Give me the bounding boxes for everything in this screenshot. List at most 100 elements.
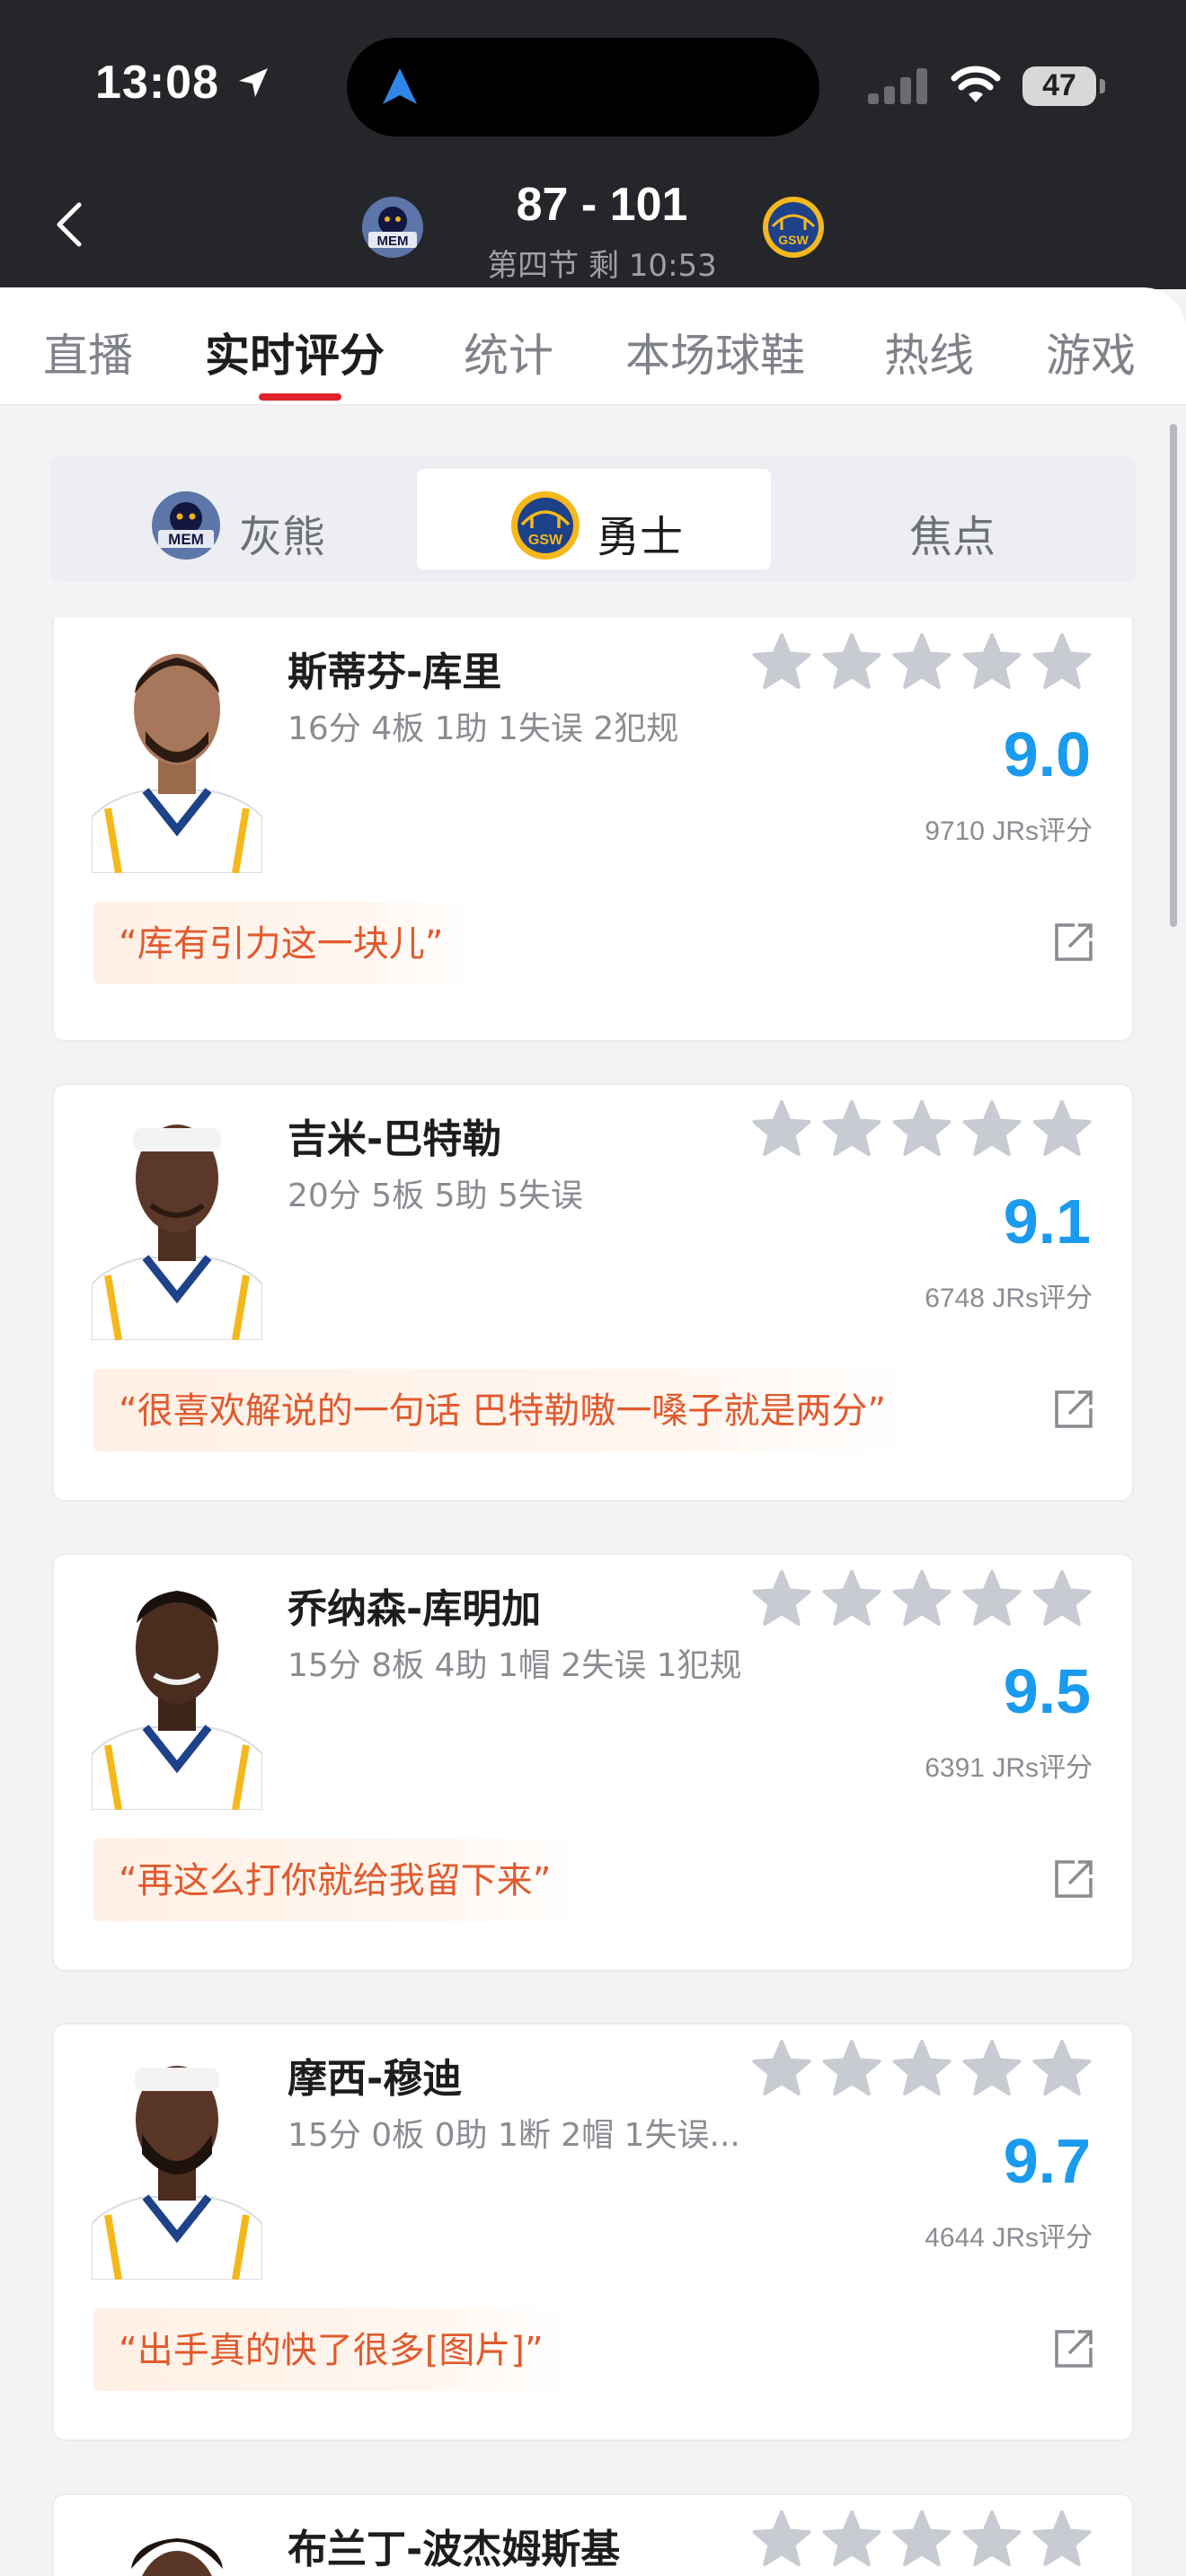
player-name: 吉米-巴特勒 — [288, 1116, 502, 1162]
player-rating-score: 9.1 — [1003, 1187, 1091, 1257]
rating-vote-count: 6748 JRs评分 — [925, 1284, 1093, 1313]
player-stats: 15分 0板 0助 1断 2帽 1失误... — [288, 2117, 740, 2154]
wifi-icon — [951, 66, 1001, 102]
player-card[interactable]: 斯蒂芬-库里 16分 4板 1助 1失误 2犯规 9.0 9710 JRs评分 … — [52, 618, 1134, 1042]
battery-level: 47 — [1042, 68, 1076, 102]
grizzlies-logo-icon: MEM — [362, 197, 423, 258]
warriors-logo-icon: GSW — [763, 197, 824, 258]
star-icon[interactable] — [891, 1099, 952, 1160]
player-rating-score: 9.5 — [1003, 1656, 1091, 1726]
star-rating-input[interactable] — [751, 632, 1111, 695]
game-score: 87 - 101 — [516, 179, 688, 231]
player-card[interactable]: 吉米-巴特勒 20分 5板 5助 5失误 9.1 6748 JRs评分 “很喜欢… — [52, 1083, 1134, 1502]
star-rating-input[interactable] — [751, 2510, 1111, 2572]
segment-label: 焦点 — [909, 512, 996, 562]
player-stats: 16分 4板 1助 1失误 2犯规 — [288, 710, 679, 747]
star-icon[interactable] — [821, 2039, 882, 2100]
segment-warriors[interactable]: GSW 勇士 — [417, 469, 771, 569]
warriors-logo-icon: GSW — [511, 491, 580, 560]
segment-label: 灰熊 — [239, 512, 326, 562]
player-avatar — [131, 2538, 223, 2576]
star-icon[interactable] — [821, 1099, 882, 1160]
tab-live-rating[interactable]: 实时评分 — [205, 320, 385, 384]
tab-games[interactable]: 游戏 — [1046, 320, 1136, 384]
navigation-arrow-icon — [383, 68, 417, 104]
player-avatar — [92, 2066, 262, 2280]
battery-indicator: 47 — [1022, 66, 1096, 106]
player-name: 乔纳森-库明加 — [288, 1586, 542, 1632]
share-external-icon[interactable] — [1053, 2328, 1094, 2369]
scrollbar[interactable] — [1170, 424, 1177, 927]
svg-text:GSW: GSW — [778, 233, 809, 247]
rating-vote-count: 6391 JRs评分 — [925, 1753, 1093, 1783]
active-tab-indicator — [259, 393, 341, 401]
star-icon[interactable] — [751, 1569, 812, 1630]
player-avatar — [92, 1125, 262, 1340]
star-rating-input[interactable] — [751, 1569, 1111, 1632]
star-icon[interactable] — [821, 632, 882, 693]
star-icon[interactable] — [1031, 1099, 1093, 1160]
top-comment-quote[interactable]: “出手真的快了很多[图片]” — [93, 2308, 569, 2391]
star-icon[interactable] — [961, 1569, 1022, 1630]
team-segmented-control: MEM 灰熊 GSW 勇士 焦点 — [50, 456, 1136, 582]
star-rating-input[interactable] — [751, 2039, 1111, 2102]
star-icon[interactable] — [961, 632, 1022, 693]
grizzlies-logo-icon: MEM — [152, 491, 220, 560]
back-chevron-icon[interactable] — [54, 201, 84, 248]
location-arrow-icon — [239, 68, 268, 97]
top-comment-quote[interactable]: “很喜欢解说的一句话 巴特勒嗷一嗓子就是两分” — [93, 1369, 912, 1451]
segment-grizzlies[interactable]: MEM 灰熊 — [50, 469, 410, 569]
player-avatar — [92, 654, 262, 873]
svg-text:GSW: GSW — [528, 533, 563, 548]
star-icon[interactable] — [821, 1569, 882, 1630]
star-icon[interactable] — [1031, 2039, 1093, 2100]
game-period-clock: 第四节 剩 10:53 — [487, 248, 717, 284]
tab-live[interactable]: 直播 — [43, 320, 133, 384]
star-icon[interactable] — [751, 632, 812, 693]
star-icon[interactable] — [961, 2039, 1022, 2100]
share-external-icon[interactable] — [1053, 1858, 1094, 1900]
share-external-icon[interactable] — [1053, 922, 1094, 963]
player-avatar — [92, 1591, 262, 1810]
star-icon[interactable] — [751, 1099, 812, 1160]
svg-text:MEM: MEM — [377, 234, 409, 249]
star-icon[interactable] — [1031, 2510, 1093, 2571]
star-icon[interactable] — [961, 1099, 1022, 1160]
share-external-icon[interactable] — [1053, 1389, 1094, 1430]
rating-vote-count: 9710 JRs评分 — [925, 816, 1093, 846]
cellular-signal-icon — [868, 68, 927, 104]
player-rating-score: 9.0 — [1003, 719, 1091, 790]
star-icon[interactable] — [751, 2039, 812, 2100]
top-comment-quote[interactable]: “再这么打你就给我留下来” — [93, 1839, 577, 1921]
player-card[interactable]: 乔纳森-库明加 15分 8板 4助 1帽 2失误 1犯规 9.5 6391 JR… — [52, 1553, 1134, 1972]
player-name: 斯蒂芬-库里 — [288, 649, 502, 695]
svg-text:MEM: MEM — [168, 531, 204, 548]
player-stats: 20分 5板 5助 5失误 — [288, 1178, 583, 1214]
top-comment-quote[interactable]: “库有引力这一块儿” — [93, 902, 469, 984]
tab-sneakers[interactable]: 本场球鞋 — [625, 320, 805, 384]
star-icon[interactable] — [1031, 632, 1093, 693]
game-header: 13:08 47 MEM 87 - 101 第四节 剩 10:53 GSW — [0, 0, 1186, 289]
tab-stats[interactable]: 统计 — [464, 320, 553, 384]
segment-label: 勇士 — [597, 512, 684, 562]
player-card[interactable]: 布兰丁-波杰姆斯基 — [52, 2493, 1134, 2576]
star-icon[interactable] — [891, 632, 952, 693]
player-stats: 15分 8板 4助 1帽 2失误 1犯规 — [288, 1647, 742, 1684]
battery-cap — [1100, 79, 1105, 93]
tab-hotline[interactable]: 热线 — [884, 320, 974, 384]
segment-focus[interactable]: 焦点 — [778, 469, 1136, 569]
tab-bar: 直播 实时评分 统计 本场球鞋 热线 游戏 — [0, 287, 1186, 406]
player-name: 摩西-穆迪 — [288, 2056, 463, 2102]
star-icon[interactable] — [751, 2510, 812, 2571]
status-time: 13:08 — [95, 57, 219, 109]
star-icon[interactable] — [1031, 1569, 1093, 1630]
player-card[interactable]: 摩西-穆迪 15分 0板 0助 1断 2帽 1失误... 9.7 4644 JR… — [52, 2023, 1134, 2441]
star-icon[interactable] — [821, 2510, 882, 2571]
rating-vote-count: 4644 JRs评分 — [925, 2223, 1093, 2253]
star-icon[interactable] — [891, 2039, 952, 2100]
star-rating-input[interactable] — [751, 1099, 1111, 1162]
star-icon[interactable] — [891, 1569, 952, 1630]
star-icon[interactable] — [891, 2510, 952, 2571]
player-name: 布兰丁-波杰姆斯基 — [288, 2527, 621, 2572]
star-icon[interactable] — [961, 2510, 1022, 2571]
